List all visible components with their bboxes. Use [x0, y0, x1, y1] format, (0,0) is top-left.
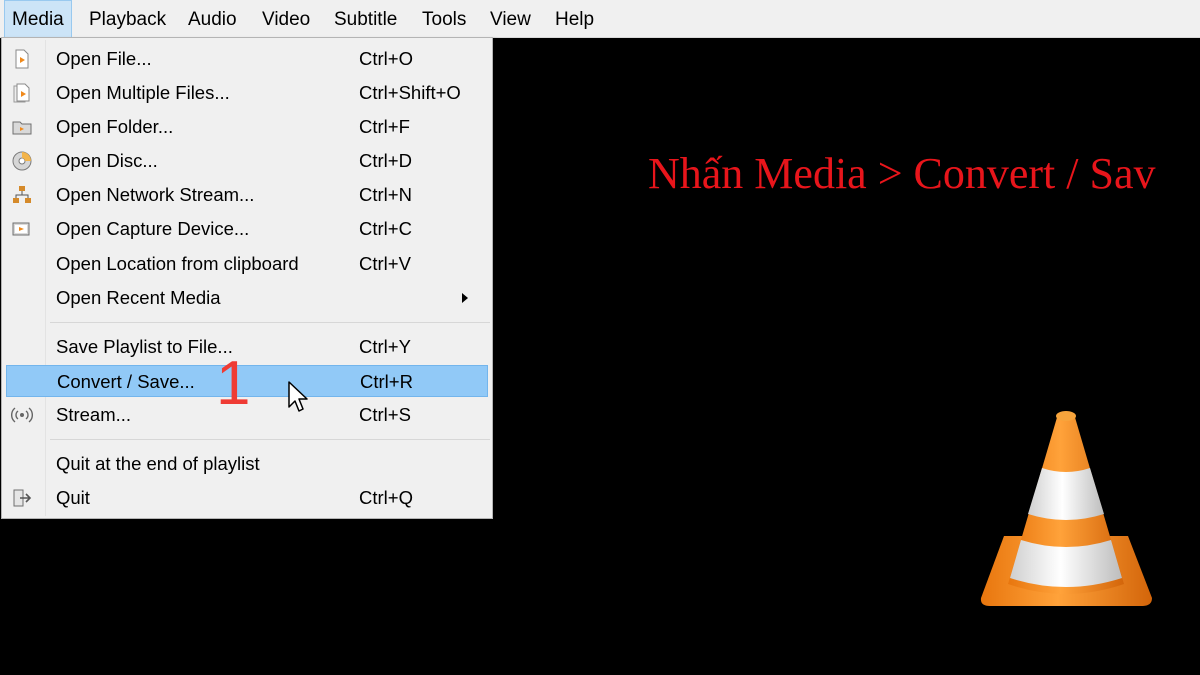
menu-separator: [50, 439, 490, 440]
folder-icon: [11, 117, 33, 137]
media-dropdown-menu: Open File... Ctrl+O Open Multiple Files.…: [1, 37, 493, 519]
menu-item-open-multiple-files[interactable]: Open Multiple Files... Ctrl+Shift+O: [6, 77, 488, 109]
vlc-window: Media Playback Audio Video Subtitle Tool…: [0, 0, 1200, 675]
menu-item-open-folder[interactable]: Open Folder... Ctrl+F: [6, 111, 488, 143]
step-number-annotation: 1: [216, 349, 251, 418]
network-icon: [11, 185, 33, 205]
menu-bar: Media Playback Audio Video Subtitle Tool…: [0, 0, 1200, 38]
file-play-icon: [11, 49, 33, 69]
menu-item-open-recent-media[interactable]: Open Recent Media: [6, 282, 488, 314]
menu-item-open-disc[interactable]: Open Disc... Ctrl+D: [6, 145, 488, 177]
mouse-cursor-icon: [288, 381, 308, 412]
submenu-arrow-icon: [462, 293, 468, 303]
menu-item-open-location-clipboard[interactable]: Open Location from clipboard Ctrl+V: [6, 248, 488, 280]
menu-item-quit[interactable]: Quit Ctrl+Q: [6, 482, 488, 514]
menu-subtitle[interactable]: Subtitle: [327, 0, 404, 38]
files-play-icon: [11, 83, 33, 103]
menu-item-quit-end-playlist[interactable]: Quit at the end of playlist: [6, 448, 488, 480]
menu-help[interactable]: Help: [548, 0, 601, 38]
menu-item-open-file[interactable]: Open File... Ctrl+O: [6, 43, 488, 75]
menu-media[interactable]: Media: [4, 0, 72, 38]
quit-icon: [11, 488, 33, 508]
stream-icon: [11, 405, 33, 425]
vlc-cone-logo-icon: [980, 411, 1152, 606]
menu-playback[interactable]: Playback: [82, 0, 173, 38]
disc-icon: [11, 151, 33, 171]
menu-video[interactable]: Video: [255, 0, 317, 38]
tutorial-instruction: Nhấn Media > Convert / Sav: [648, 149, 1156, 198]
menu-separator: [50, 322, 490, 323]
menu-view[interactable]: View: [483, 0, 538, 38]
menu-item-open-capture-device[interactable]: Open Capture Device... Ctrl+C: [6, 213, 488, 245]
menu-audio[interactable]: Audio: [181, 0, 244, 38]
capture-device-icon: [11, 219, 33, 239]
menu-tools[interactable]: Tools: [415, 0, 473, 38]
menu-item-open-network-stream[interactable]: Open Network Stream... Ctrl+N: [6, 179, 488, 211]
